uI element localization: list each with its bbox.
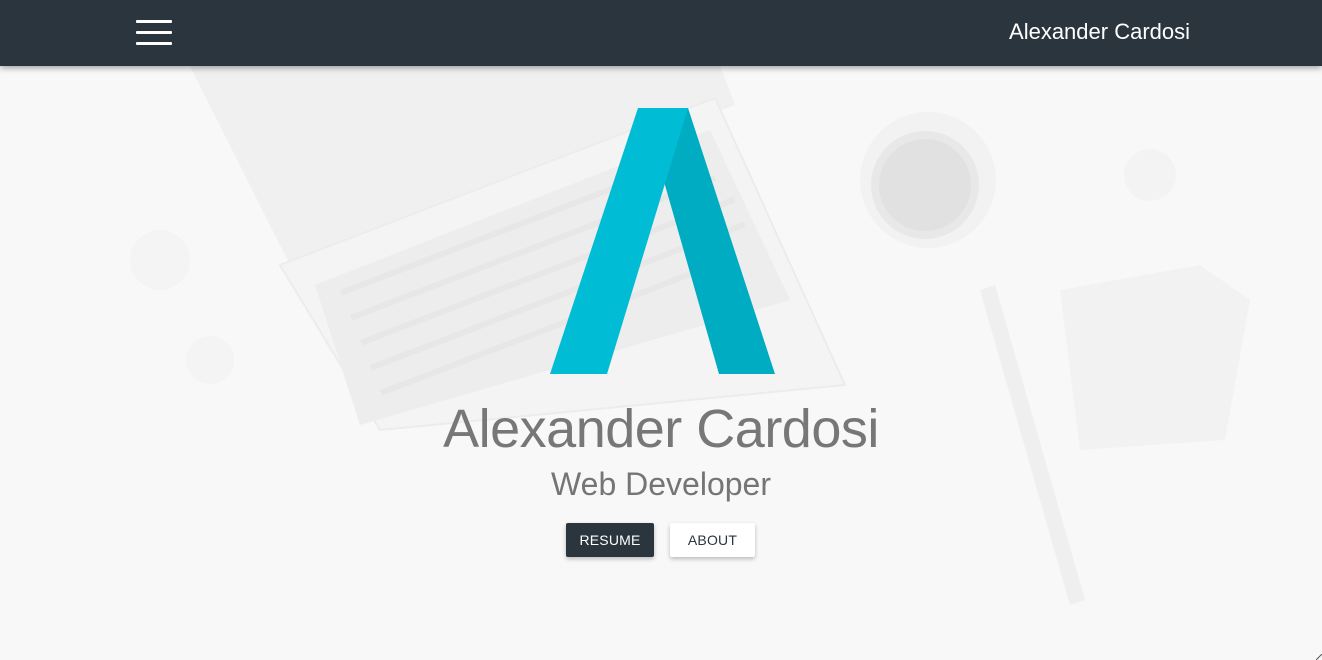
resize-grip-icon[interactable]	[1316, 654, 1322, 660]
menu-bar-top	[136, 20, 172, 23]
brand-link[interactable]: Alexander Cardosi	[1009, 18, 1190, 46]
menu-bar-bottom	[136, 42, 172, 45]
resume-button[interactable]: RESUME	[566, 523, 654, 557]
about-button[interactable]: ABOUT	[670, 523, 755, 557]
hero-section: Alexander Cardosi Web Developer RESUME A…	[0, 66, 1322, 660]
hamburger-menu-icon[interactable]	[136, 20, 172, 46]
hero-subtitle: Web Developer	[551, 466, 771, 502]
top-navbar: Alexander Cardosi	[0, 0, 1322, 66]
a-letter-logo-icon	[550, 108, 775, 374]
hero-title: Alexander Cardosi	[443, 399, 879, 459]
menu-bar-middle	[136, 31, 172, 34]
